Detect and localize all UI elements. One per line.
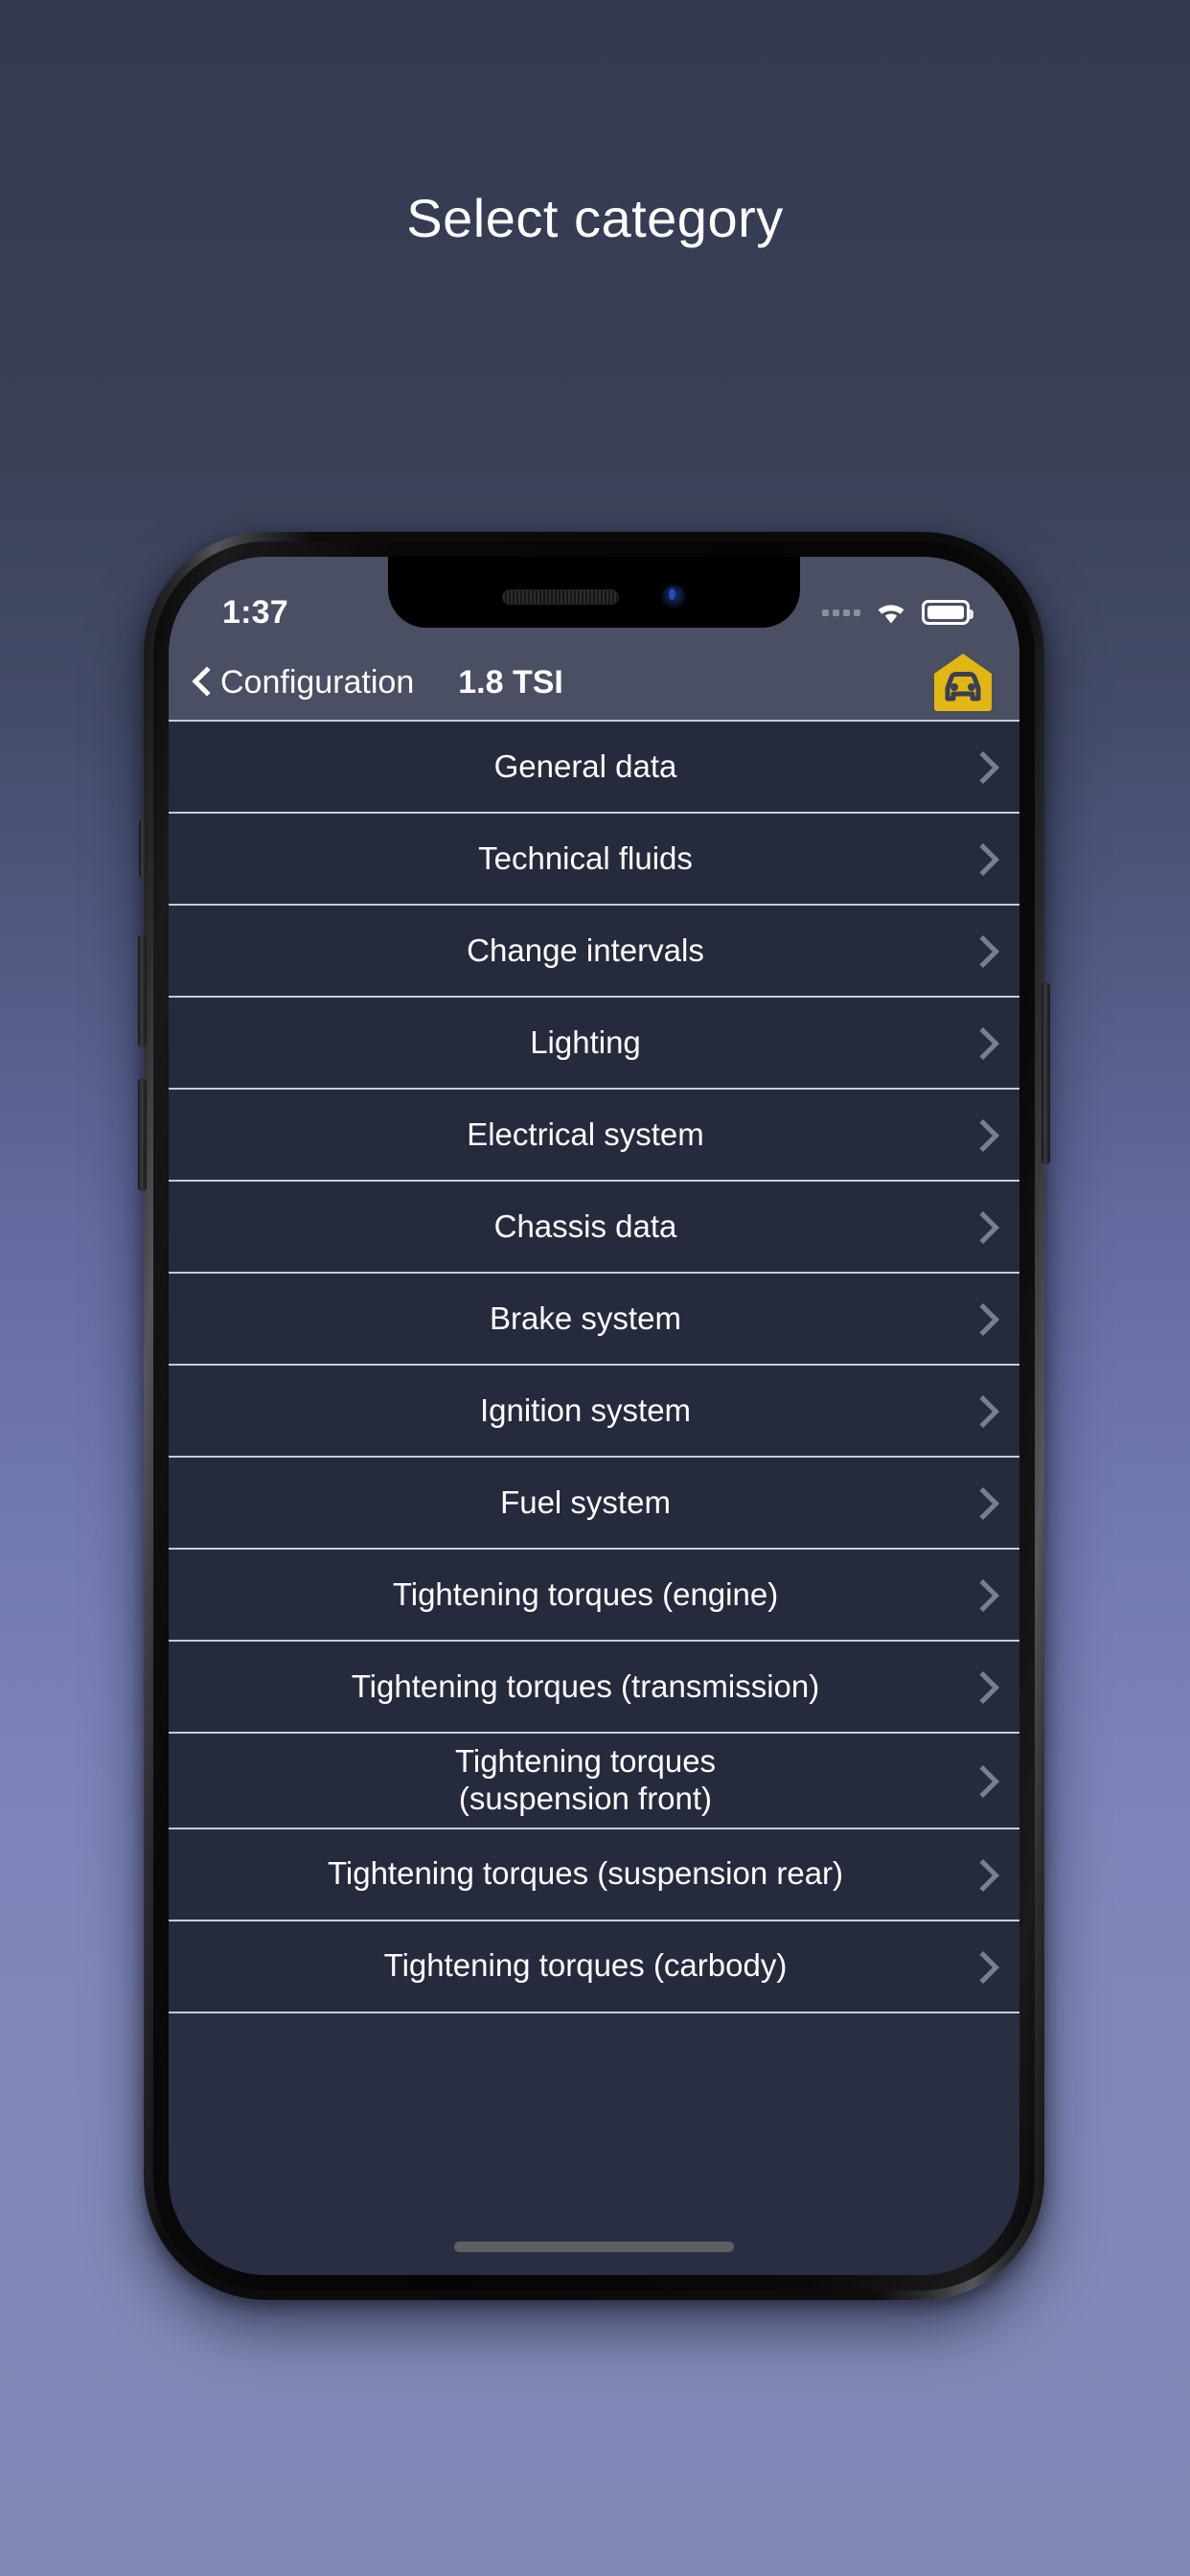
chevron-right-icon (972, 1486, 991, 1519)
list-item[interactable]: Tightening torques (engine) (169, 1550, 1019, 1642)
list-item-label: Tightening torques (transmission) (351, 1668, 820, 1704)
list-item[interactable]: Tightening torques (transmission) (169, 1642, 1019, 1734)
status-bar-indicators (822, 599, 973, 626)
list-item-label: Tightening torques (engine) (392, 1576, 779, 1612)
chevron-right-icon (972, 1578, 991, 1611)
chevron-right-icon (972, 1858, 991, 1891)
list-item-label: Tightening torques (suspension front) (454, 1743, 717, 1816)
chevron-right-icon (972, 1950, 991, 1983)
phone-device-frame: 1:37 Configuration 1.8 TSI General data … (138, 532, 1050, 2300)
back-button[interactable]: Configuration (190, 664, 414, 702)
power-button[interactable] (1041, 982, 1050, 1164)
garage-car-icon[interactable] (931, 653, 995, 712)
list-item-label: Lighting (530, 1024, 641, 1060)
chevron-right-icon (972, 1670, 991, 1703)
category-list: General data Technical fluids Change int… (169, 720, 1019, 2013)
front-camera-icon (661, 585, 686, 610)
chevron-right-icon (972, 1764, 991, 1797)
home-indicator[interactable] (454, 2242, 734, 2252)
volume-up-button[interactable] (138, 934, 147, 1047)
list-item-label: Ignition system (479, 1392, 692, 1428)
wifi-icon (874, 599, 908, 626)
list-item[interactable]: Tightening torques (suspension rear) (169, 1828, 1019, 1921)
list-item-label: Brake system (490, 1300, 681, 1336)
back-button-label: Configuration (220, 663, 415, 701)
chevron-right-icon (972, 1118, 991, 1151)
list-item[interactable]: General data (169, 722, 1019, 814)
chevron-right-icon (972, 1394, 991, 1427)
nav-bar-title: 1.8 TSI (458, 663, 563, 701)
list-item-label: General data (493, 748, 677, 784)
earpiece-speaker-icon (502, 589, 619, 605)
list-item[interactable]: Chassis data (169, 1182, 1019, 1274)
chevron-right-icon (972, 934, 991, 967)
list-item-label: Tightening torques (carbody) (383, 1947, 788, 1984)
list-item[interactable]: Ignition system (169, 1366, 1019, 1458)
list-item[interactable]: Fuel system (169, 1458, 1019, 1550)
mute-switch-button[interactable] (139, 819, 147, 879)
chevron-right-icon (972, 1210, 991, 1243)
chevron-right-icon (972, 750, 991, 783)
device-notch (388, 557, 800, 628)
list-item-label: Fuel system (500, 1484, 671, 1520)
signal-dots-icon (822, 609, 860, 616)
status-bar-clock: 1:37 (222, 593, 288, 631)
category-list-scroll-area[interactable]: General data Technical fluids Change int… (169, 720, 1019, 2275)
chevron-right-icon (972, 842, 991, 875)
list-item[interactable]: Tightening torques (suspension front) (169, 1734, 1019, 1829)
list-item-label: Technical fluids (478, 840, 693, 876)
list-item[interactable]: Brake system (169, 1274, 1019, 1366)
list-item[interactable]: Change intervals (169, 906, 1019, 998)
list-item-label: Electrical system (467, 1116, 704, 1152)
list-item-label: Chassis data (493, 1208, 677, 1244)
list-item-label: Tightening torques (suspension rear) (327, 1855, 844, 1892)
list-item[interactable]: Electrical system (169, 1090, 1019, 1182)
navigation-bar: Configuration 1.8 TSI (169, 645, 1019, 720)
chevron-left-icon (190, 665, 211, 700)
list-item[interactable]: Technical fluids (169, 814, 1019, 906)
list-item[interactable]: Tightening torques (carbody) (169, 1920, 1019, 2013)
page-title: Select category (406, 188, 784, 248)
phone-screen: 1:37 Configuration 1.8 TSI General data … (169, 557, 1019, 2275)
list-item[interactable]: Lighting (169, 998, 1019, 1090)
list-item-label: Change intervals (467, 932, 704, 968)
chevron-right-icon (972, 1026, 991, 1059)
chevron-right-icon (972, 1302, 991, 1335)
volume-down-button[interactable] (138, 1078, 147, 1191)
battery-full-icon (922, 600, 973, 625)
